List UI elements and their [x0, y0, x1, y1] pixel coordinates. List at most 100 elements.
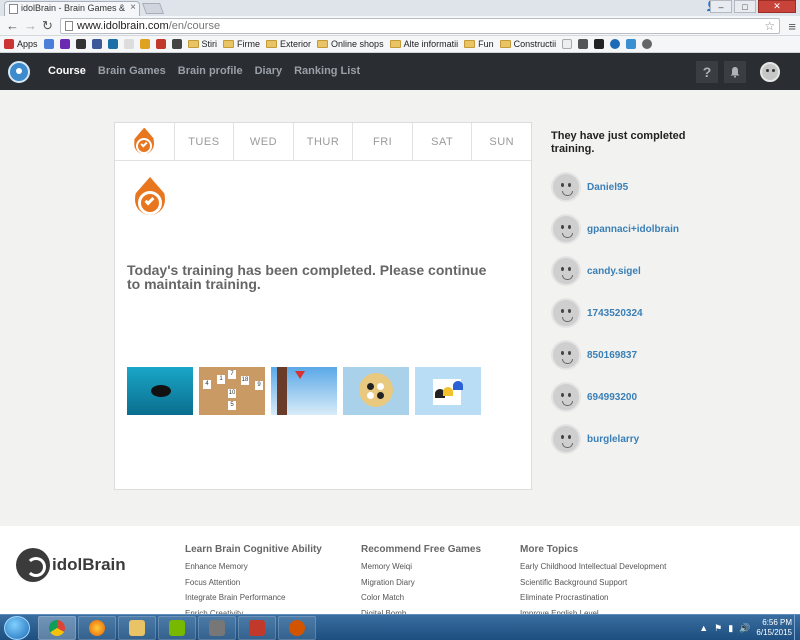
tray-volume-icon[interactable]: 🔊 [739, 623, 750, 634]
close-tab-icon[interactable]: × [130, 2, 136, 13]
taskbar-explorer[interactable] [118, 616, 156, 640]
tray-up-arrow-icon[interactable]: ▲ [699, 623, 708, 633]
user-name-link[interactable]: 694993200 [587, 392, 637, 403]
bookmark-icon-7[interactable] [139, 39, 150, 49]
day-sat: SAT [413, 123, 473, 160]
user-name-link[interactable]: Daniel95 [587, 182, 628, 193]
bookmark-icon-12[interactable] [594, 39, 605, 49]
list-item[interactable]: candy.sigel [551, 250, 751, 292]
clock-date: 6/15/2015 [756, 628, 792, 637]
list-item[interactable]: 850169837 [551, 334, 751, 376]
bookmark-icon-1[interactable] [43, 39, 54, 49]
app-120x-icon [249, 620, 265, 636]
user-name-link[interactable]: burglelarry [587, 434, 639, 445]
window-close-button[interactable]: ✕ [758, 0, 796, 13]
back-icon[interactable]: ← [6, 18, 19, 34]
game-thumbnail-weiqi[interactable] [343, 367, 409, 415]
flame-check-icon [132, 127, 156, 156]
bookmark-icon-10[interactable] [562, 39, 573, 49]
footer-link[interactable]: Enhance Memory [185, 559, 322, 575]
taskbar-app-round[interactable] [278, 616, 316, 640]
bookmark-icon-14[interactable] [626, 39, 637, 49]
browser-tab[interactable]: idolBrain - Brain Games & × [4, 1, 140, 16]
tray-flag-icon[interactable]: ⚑ [714, 623, 722, 634]
tray-network-icon[interactable]: ▮ [728, 623, 733, 634]
game-thumbnail-sky[interactable] [271, 367, 337, 415]
day-sun: SUN [489, 135, 515, 148]
user-name-link[interactable]: 1743520324 [587, 308, 643, 319]
clock[interactable]: 6:56 PM 6/15/2015 [756, 618, 792, 638]
footer-link[interactable]: Focus Attention [185, 575, 322, 591]
game-thumbnail-number-tiles[interactable]: 4 1 7 18 9 10 5 [199, 367, 265, 415]
user-name-link[interactable]: candy.sigel [587, 266, 641, 277]
taskbar-firefox[interactable] [78, 616, 116, 640]
taskbar-app-m[interactable] [198, 616, 236, 640]
footer-link[interactable]: Migration Diary [361, 575, 481, 591]
nav-brain-profile[interactable]: Brain profile [178, 65, 243, 77]
list-item[interactable]: 1743520324 [551, 292, 751, 334]
start-button[interactable] [4, 616, 30, 640]
bookmark-icon-3[interactable] [75, 39, 86, 49]
nav-course[interactable]: Course [48, 65, 86, 77]
user-name-link[interactable]: gpannaci+idolbrain [587, 224, 679, 235]
bookmark-icon-2[interactable] [59, 39, 70, 49]
help-icon[interactable]: ? [696, 61, 718, 83]
footer-link[interactable]: Early Childhood Intellectual Development [520, 559, 666, 575]
footer-link[interactable]: Eliminate Procrastination [520, 590, 666, 606]
bookmark-folder-fun[interactable]: Fun [464, 39, 494, 49]
list-item[interactable]: Daniel95 [551, 166, 751, 208]
bookmark-icon-15[interactable] [642, 39, 653, 49]
nav-brain-games[interactable]: Brain Games [98, 65, 166, 77]
taskbar-app-120x[interactable] [238, 616, 276, 640]
footer-link[interactable]: Scientific Background Support [520, 575, 666, 591]
footer-link[interactable]: Integrate Brain Performance [185, 590, 322, 606]
idolbrain-logo-icon[interactable] [8, 61, 30, 83]
address-bar[interactable]: www.idolbrain.com/en/course ☆ [60, 18, 780, 34]
list-item[interactable]: gpannaci+idolbrain [551, 208, 751, 250]
nav-diary[interactable]: Diary [255, 65, 283, 77]
notification-bell-icon[interactable] [724, 61, 746, 83]
main-nav: Course Brain Games Brain profile Diary R… [48, 65, 360, 77]
bookmark-icon-11[interactable] [578, 39, 589, 49]
nvidia-icon [169, 620, 185, 636]
show-desktop-button[interactable] [794, 615, 800, 640]
list-item[interactable]: 694993200 [551, 376, 751, 418]
site-footer: idolBrain Learn Brain Cognitive Ability … [0, 526, 800, 618]
new-tab-button[interactable] [141, 3, 165, 14]
user-list: Daniel95 gpannaci+idolbrain candy.sigel … [551, 166, 751, 460]
bookmark-icon-5[interactable] [107, 39, 118, 49]
bookmark-folder-stiri[interactable]: Stiri [187, 39, 217, 49]
forward-icon[interactable]: → [24, 18, 37, 34]
user-name-link[interactable]: 850169837 [587, 350, 637, 361]
game-thumbnail-fish[interactable] [127, 367, 193, 415]
bookmark-icon-9[interactable] [171, 39, 182, 49]
completion-message: Today's training has been completed. Ple… [127, 262, 487, 292]
bookmark-folder-online-shops[interactable]: Online shops [317, 39, 384, 49]
bookmark-apps[interactable]: Apps [4, 39, 38, 49]
bookmark-folder-firme[interactable]: Firme [223, 39, 260, 49]
taskbar-chrome[interactable] [38, 616, 76, 640]
day-wed: WED [234, 123, 294, 160]
reload-icon[interactable]: ↻ [42, 18, 53, 34]
footer-link[interactable]: Memory Weiqi [361, 559, 481, 575]
minimize-button[interactable]: – [710, 0, 732, 13]
bookmark-icon-4[interactable] [91, 39, 102, 49]
bookmark-folder-alte-informatii[interactable]: Alte informatii [389, 39, 458, 49]
menu-icon[interactable]: ≡ [788, 19, 796, 34]
bookmark-star-icon[interactable]: ☆ [764, 19, 775, 33]
user-avatar[interactable] [760, 62, 780, 82]
game-thumbnail-shapes[interactable] [415, 367, 481, 415]
folder-icon [187, 40, 199, 48]
footer-logo[interactable]: idolBrain [16, 548, 126, 582]
bookmarks-bar: Apps Stiri Firme Exterior Online shops A… [0, 36, 800, 53]
footer-link[interactable]: Color Match [361, 590, 481, 606]
bookmark-icon-13[interactable] [610, 39, 621, 49]
bookmark-folder-constructii[interactable]: Constructii [499, 39, 556, 49]
nav-ranking-list[interactable]: Ranking List [294, 65, 360, 77]
bookmark-folder-exterior[interactable]: Exterior [266, 39, 311, 49]
taskbar-nvidia[interactable] [158, 616, 196, 640]
maximize-button[interactable]: □ [734, 0, 756, 13]
bookmark-icon-6[interactable] [123, 39, 134, 49]
list-item[interactable]: burglelarry [551, 418, 751, 460]
bookmark-icon-8[interactable] [155, 39, 166, 49]
